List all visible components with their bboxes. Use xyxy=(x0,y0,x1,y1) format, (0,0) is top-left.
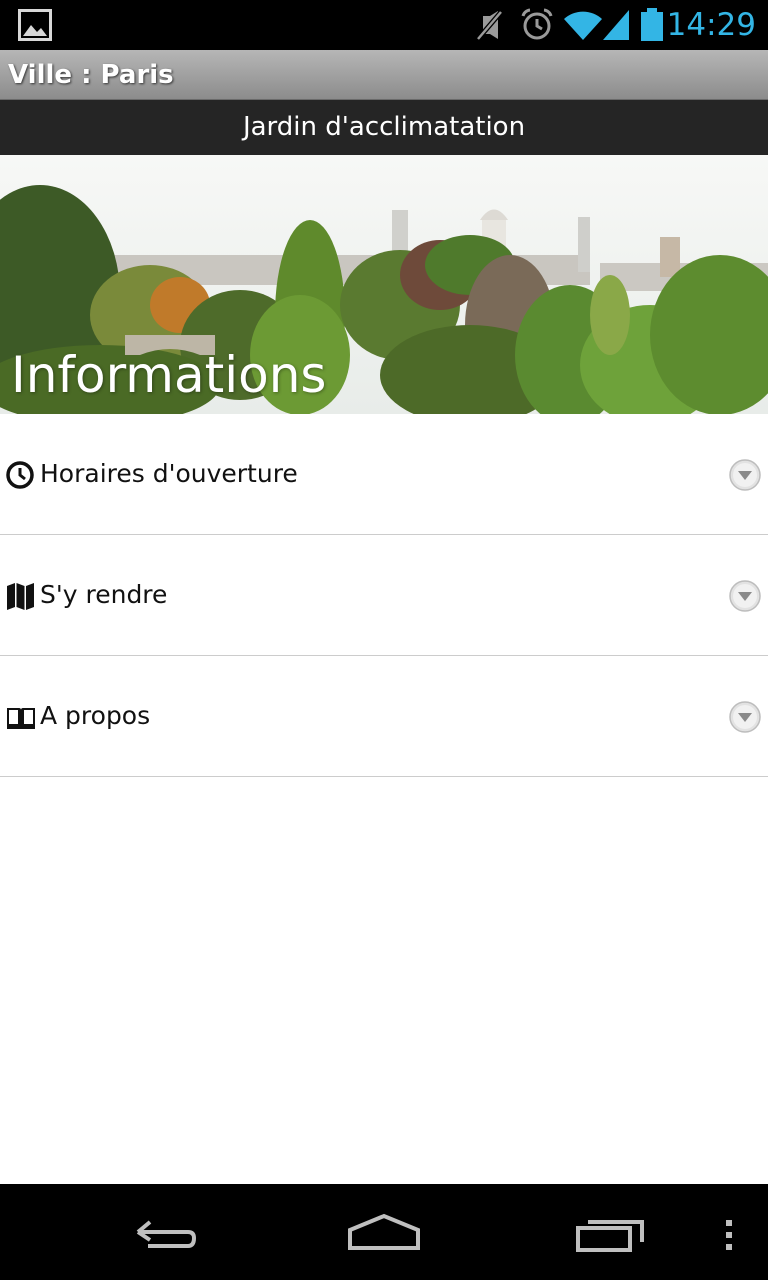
accordion-item-label: Horaires d'ouverture xyxy=(40,459,298,488)
mute-icon xyxy=(474,8,504,47)
map-icon xyxy=(6,581,36,611)
status-bar: 14:29 xyxy=(0,0,768,50)
alarm-icon xyxy=(519,8,555,47)
app-title: Ville : Paris xyxy=(8,60,174,90)
accordion-item-sy-rendre[interactable]: S'y rendre xyxy=(0,535,768,656)
recent-apps-icon[interactable] xyxy=(562,1184,658,1280)
hero-title: Informations xyxy=(11,346,327,404)
signal-icon xyxy=(601,8,631,47)
accordion-item-a-propos[interactable]: A propos xyxy=(0,656,768,777)
hero-banner: Informations xyxy=(0,155,768,414)
page-header: Jardin d'acclimatation xyxy=(0,100,768,155)
chevron-down-icon[interactable] xyxy=(728,579,762,613)
status-clock: 14:29 xyxy=(666,7,756,43)
book-icon xyxy=(6,702,36,732)
accordion-item-horaires[interactable]: Horaires d'ouverture xyxy=(0,414,768,535)
home-icon[interactable] xyxy=(336,1184,432,1280)
back-icon[interactable] xyxy=(112,1184,208,1280)
clock-icon xyxy=(6,460,36,490)
battery-icon xyxy=(640,8,664,47)
title-bar: Ville : Paris xyxy=(0,50,768,100)
image-icon xyxy=(18,9,52,46)
page-title: Jardin d'acclimatation xyxy=(242,112,526,142)
accordion-item-label: A propos xyxy=(40,701,151,730)
accordion-item-label: S'y rendre xyxy=(40,580,168,609)
system-nav-bar xyxy=(0,1184,768,1280)
menu-overflow-icon[interactable] xyxy=(712,1184,746,1280)
wifi-icon xyxy=(563,8,603,47)
app-screen: 14:29 Ville : Paris Jardin d'acclimatati… xyxy=(0,0,768,1280)
info-accordion: Horaires d'ouverture S'y rendre A propos xyxy=(0,414,768,777)
chevron-down-icon[interactable] xyxy=(728,700,762,734)
chevron-down-icon[interactable] xyxy=(728,458,762,492)
